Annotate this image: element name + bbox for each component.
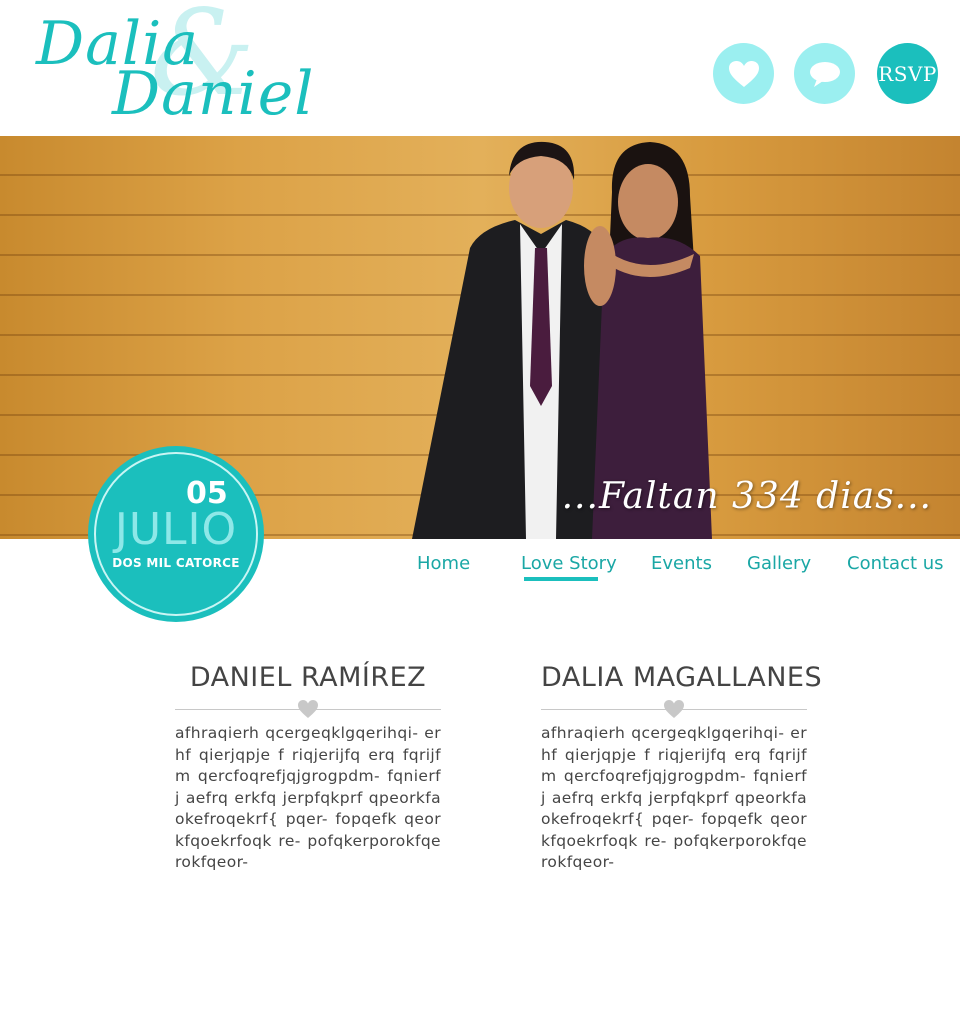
main-nav: Home Love Story Events Gallery Contact u…: [0, 553, 960, 583]
heart-divider: [175, 699, 441, 721]
heart-button[interactable]: [713, 43, 774, 104]
bio-text: afhraqierh qcergeqklgqerihqi- erhf qierj…: [541, 724, 807, 871]
badge-month: JULIO: [114, 504, 238, 555]
site-logo[interactable]: & Dalia Daniel: [0, 0, 320, 136]
countdown-text: ...Faltan 334 dias...: [561, 476, 932, 517]
nav-active-indicator: [524, 577, 598, 581]
chat-button[interactable]: [794, 43, 855, 104]
nav-gallery[interactable]: Gallery: [747, 553, 811, 574]
bio-dalia: DALIA MAGALLANES afhraqierh qcergeqklgqe…: [541, 662, 823, 874]
bio-text: afhraqierh qcergeqklgqerihqi- erhf qierj…: [175, 724, 441, 871]
heart-divider: [541, 699, 807, 721]
heart-icon: [664, 700, 684, 718]
nav-contact-us[interactable]: Contact us: [847, 553, 944, 574]
rsvp-button[interactable]: RSVP: [877, 43, 938, 104]
logo-name-daniel: Daniel: [112, 59, 315, 129]
heart-icon: [728, 60, 759, 87]
nav-love-story[interactable]: Love Story: [521, 553, 617, 574]
speech-bubble-icon: [809, 61, 840, 87]
nav-events[interactable]: Events: [651, 553, 712, 574]
heart-icon: [298, 700, 318, 718]
nav-home[interactable]: Home: [417, 553, 470, 574]
date-badge: 05 JULIO DOS MIL CATORCE: [88, 446, 264, 622]
bio-daniel: DANIEL RAMÍREZ afhraqierh qcergeqklgqeri…: [175, 662, 441, 874]
bio-name: DANIEL RAMÍREZ: [189, 662, 427, 693]
bio-name: DALIA MAGALLANES: [541, 662, 823, 693]
